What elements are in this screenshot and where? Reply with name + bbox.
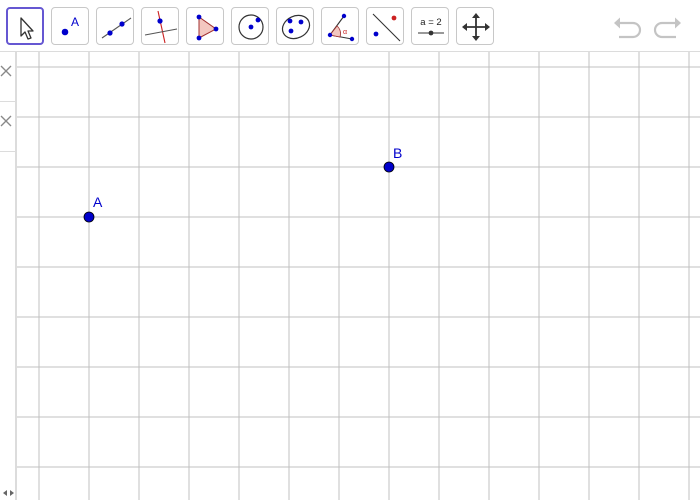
algebra-row[interactable] (0, 52, 16, 102)
close-icon[interactable] (0, 102, 16, 152)
point-b[interactable] (383, 161, 395, 173)
reflect-tool-button[interactable] (366, 7, 404, 45)
point-a-label: A (93, 194, 103, 210)
undo-icon (614, 17, 642, 39)
svg-text:α: α (343, 29, 347, 36)
graphics-canvas[interactable]: A B (16, 52, 700, 500)
scroll-left-right-icon[interactable] (0, 488, 16, 498)
point-b-label: B (393, 145, 402, 161)
cursor-arrow-icon (20, 17, 34, 40)
toolbar: A α a = 2 (0, 0, 700, 52)
point-a[interactable] (83, 211, 95, 223)
move-tool-button[interactable] (6, 7, 44, 45)
algebra-row[interactable] (0, 102, 16, 152)
perpendicular-line-tool-button[interactable] (141, 7, 179, 45)
line-icon (101, 17, 132, 39)
triangle-polygon-icon (196, 14, 219, 41)
conic-tool-button[interactable] (276, 7, 314, 45)
algebra-view (0, 52, 16, 500)
reflect-about-line-icon (372, 13, 401, 42)
point-icon: A (61, 15, 79, 36)
slider-icon: a = 2 (418, 17, 444, 36)
undo-button[interactable] (613, 14, 645, 40)
line-tool-button[interactable] (96, 7, 134, 45)
redo-button[interactable] (650, 14, 682, 40)
move-arrows-icon (462, 13, 490, 41)
circle-center-point-icon (238, 14, 264, 40)
slider-tool-button[interactable]: a = 2 (411, 7, 449, 45)
move-graphics-view-tool-button[interactable] (456, 7, 494, 45)
polygon-tool-button[interactable] (186, 7, 224, 45)
ellipse-icon (281, 14, 311, 40)
redo-icon (653, 17, 681, 39)
graphics-view[interactable]: A B (16, 52, 700, 500)
point-tool-button[interactable]: A (51, 7, 89, 45)
angle-tool-button[interactable]: α (321, 7, 359, 45)
circle-tool-button[interactable] (231, 7, 269, 45)
algebra-scroll-arrows[interactable] (0, 488, 16, 498)
grid (16, 52, 700, 500)
svg-text:A: A (71, 15, 79, 29)
perpendicular-line-icon (144, 10, 178, 44)
svg-text:a = 2: a = 2 (420, 17, 441, 28)
close-icon[interactable] (0, 52, 16, 102)
angle-icon: α (327, 13, 355, 42)
